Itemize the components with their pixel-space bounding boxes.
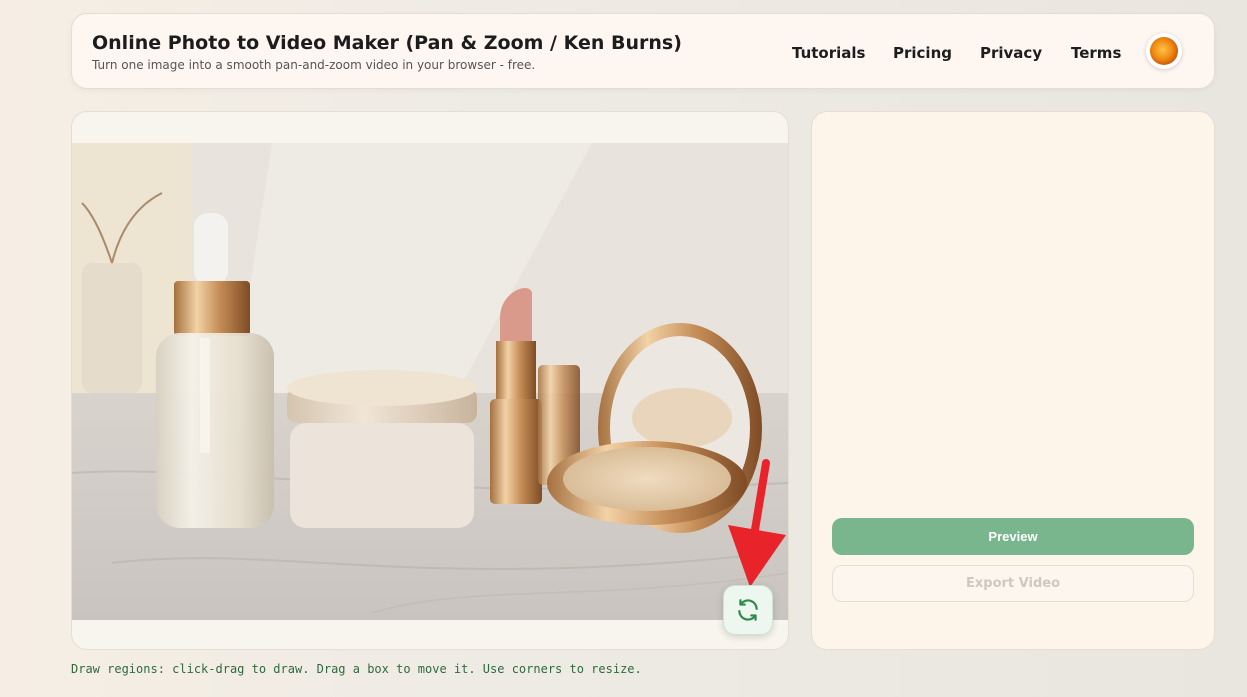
top-header: Online Photo to Video Maker (Pan & Zoom … (71, 13, 1215, 89)
refresh-button[interactable] (723, 585, 773, 635)
refresh-icon (738, 599, 758, 621)
nav-privacy[interactable]: Privacy (980, 44, 1042, 62)
draw-regions-hint: Draw regions: click-drag to draw. Drag a… (71, 662, 642, 676)
nav-terms[interactable]: Terms (1071, 44, 1121, 62)
export-video-button[interactable]: Export Video (832, 565, 1194, 602)
avatar-image (1150, 37, 1178, 65)
user-avatar[interactable] (1146, 33, 1182, 69)
nav-tutorials[interactable]: Tutorials (792, 44, 865, 62)
preview-button[interactable]: Preview (832, 518, 1194, 555)
page-subtitle: Turn one image into a smooth pan-and-zoo… (92, 58, 536, 72)
photo-canvas[interactable] (72, 143, 788, 620)
page-title: Online Photo to Video Maker (Pan & Zoom … (92, 32, 682, 54)
nav-pricing[interactable]: Pricing (893, 44, 952, 62)
editor-canvas-card (71, 111, 789, 650)
cosmetics-photo (72, 143, 788, 620)
controls-panel: Preview Export Video (811, 111, 1215, 650)
